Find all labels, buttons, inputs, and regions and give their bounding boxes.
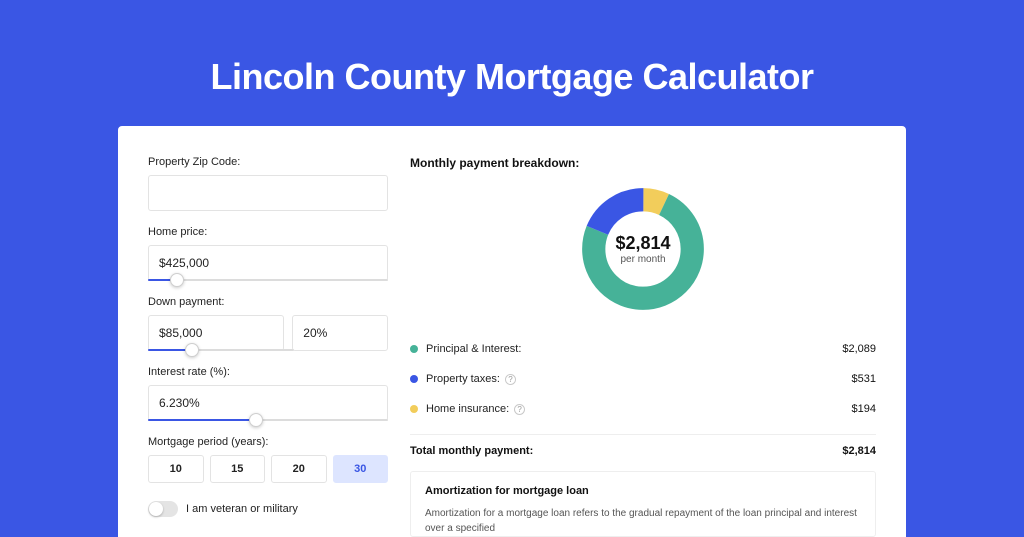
- veteran-row: I am veteran or military: [148, 501, 388, 517]
- form-column: Property Zip Code: Home price: Down paym…: [148, 156, 388, 537]
- home-price-slider[interactable]: [148, 279, 388, 281]
- legend-label: Property taxes:: [426, 373, 500, 385]
- legend-dot-icon: [410, 375, 418, 383]
- veteran-label: I am veteran or military: [186, 503, 298, 515]
- breakdown-title: Monthly payment breakdown:: [410, 156, 876, 170]
- down-payment-field-group: Down payment:: [148, 296, 388, 351]
- home-price-input[interactable]: [148, 245, 388, 281]
- legend-label: Home insurance:: [426, 403, 509, 415]
- legend-dot-icon: [410, 405, 418, 413]
- info-icon[interactable]: ?: [505, 374, 516, 385]
- legend-dot-icon: [410, 345, 418, 353]
- amortization-text: Amortization for a mortgage loan refers …: [425, 507, 861, 536]
- amortization-box: Amortization for mortgage loan Amortizat…: [410, 471, 876, 537]
- period-options: 10152030: [148, 455, 388, 483]
- interest-rate-slider[interactable]: [148, 419, 388, 421]
- donut-chart: $2,814 per month: [578, 184, 708, 314]
- veteran-toggle[interactable]: [148, 501, 178, 517]
- donut-amount: $2,814: [615, 233, 670, 254]
- period-option-30[interactable]: 30: [333, 455, 389, 483]
- period-option-15[interactable]: 15: [210, 455, 266, 483]
- legend-row-principal_interest: Principal & Interest: $2,089: [410, 334, 876, 364]
- interest-rate-slider-thumb[interactable]: [249, 413, 263, 427]
- total-label: Total monthly payment:: [410, 445, 533, 457]
- interest-rate-label: Interest rate (%):: [148, 366, 388, 378]
- calculator-panel: Property Zip Code: Home price: Down paym…: [118, 126, 906, 537]
- interest-rate-slider-fill: [148, 419, 256, 421]
- legend-row-home_insurance: Home insurance:? $194: [410, 394, 876, 424]
- zip-label: Property Zip Code:: [148, 156, 388, 168]
- interest-rate-field-group: Interest rate (%):: [148, 366, 388, 421]
- interest-rate-input[interactable]: [148, 385, 388, 421]
- veteran-toggle-knob: [149, 502, 163, 516]
- down-payment-slider[interactable]: [148, 349, 294, 351]
- down-payment-input[interactable]: [148, 315, 284, 351]
- period-option-10[interactable]: 10: [148, 455, 204, 483]
- donut-sub: per month: [620, 254, 665, 265]
- info-icon[interactable]: ?: [514, 404, 525, 415]
- legend-total-row: Total monthly payment: $2,814: [410, 434, 876, 457]
- down-payment-slider-thumb[interactable]: [185, 343, 199, 357]
- page-title: Lincoln County Mortgage Calculator: [0, 0, 1024, 126]
- legend: Principal & Interest: $2,089 Property taxe…: [410, 334, 876, 424]
- home-price-field-group: Home price:: [148, 226, 388, 281]
- zip-field-group: Property Zip Code:: [148, 156, 388, 211]
- amortization-title: Amortization for mortgage loan: [425, 485, 861, 497]
- down-payment-label: Down payment:: [148, 296, 388, 308]
- home-price-label: Home price:: [148, 226, 388, 238]
- legend-value: $194: [852, 403, 876, 415]
- period-label: Mortgage period (years):: [148, 436, 388, 448]
- breakdown-column: Monthly payment breakdown: $2,814 per mo…: [410, 156, 876, 537]
- legend-value: $2,089: [842, 343, 876, 355]
- period-field-group: Mortgage period (years): 10152030: [148, 436, 388, 483]
- zip-input[interactable]: [148, 175, 388, 211]
- total-value: $2,814: [842, 445, 876, 457]
- legend-row-property_taxes: Property taxes:? $531: [410, 364, 876, 394]
- period-option-20[interactable]: 20: [271, 455, 327, 483]
- home-price-slider-thumb[interactable]: [170, 273, 184, 287]
- legend-label: Principal & Interest:: [426, 343, 521, 355]
- donut-center: $2,814 per month: [578, 184, 708, 314]
- down-payment-pct-input[interactable]: [292, 315, 388, 351]
- legend-value: $531: [852, 373, 876, 385]
